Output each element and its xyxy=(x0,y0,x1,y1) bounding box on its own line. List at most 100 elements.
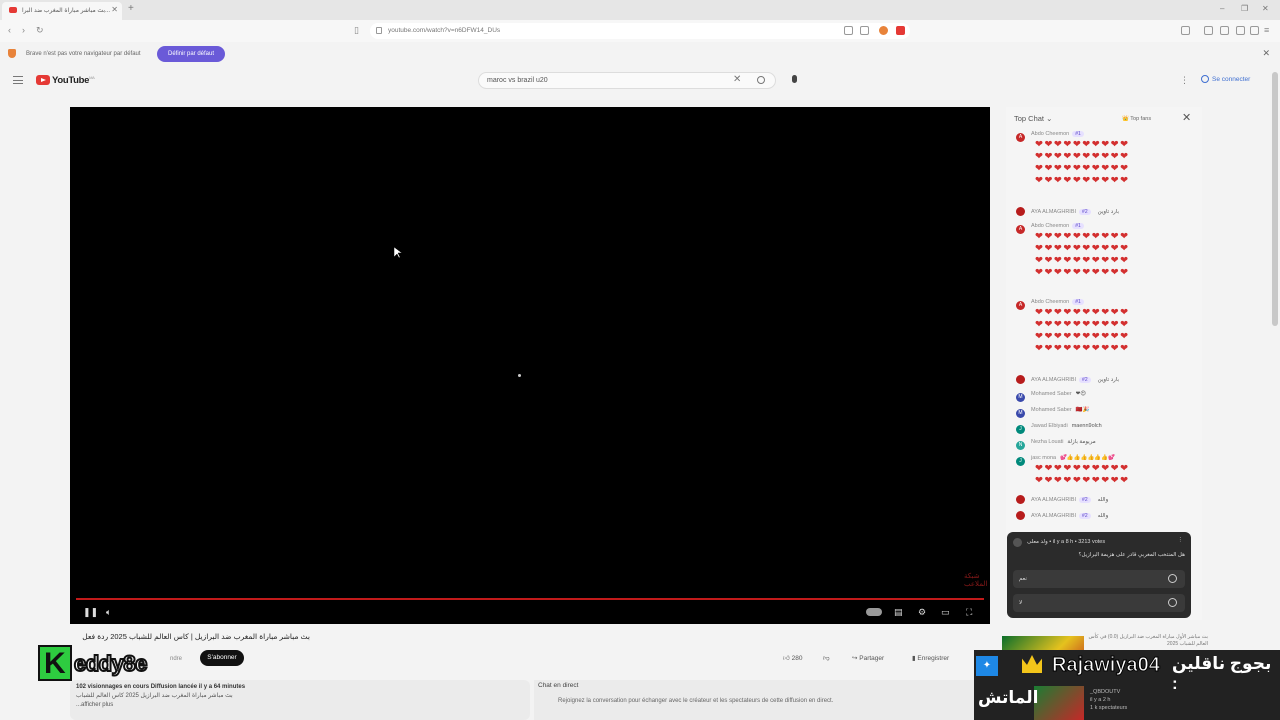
page-scrollbar[interactable] xyxy=(1272,72,1278,326)
chat-text: 🇲🇦🎉 xyxy=(1075,407,1090,413)
chat-avatar xyxy=(1016,375,1025,384)
browser-tab[interactable]: بث مباشر مباراة المغرب ضد البرا... ✕ xyxy=(2,2,122,20)
rec-channel[interactable]: _QBDOUTV xyxy=(1090,689,1120,695)
logo-text: YouTube xyxy=(52,75,90,87)
radio-icon xyxy=(1168,574,1177,583)
poll-menu-icon[interactable]: ⋮ xyxy=(1178,537,1184,543)
brave-logo-icon xyxy=(8,49,16,58)
settings-gear-icon[interactable]: ⚙ xyxy=(918,607,926,618)
subscribe-button[interactable]: S'abonner xyxy=(200,650,244,666)
chat-author[interactable]: AYA ALMAGHRIBI xyxy=(1031,377,1076,383)
chat-message: AYA ALMAGHRIBI #2 بارد تاوين xyxy=(1016,207,1119,216)
close-tab-icon[interactable]: ✕ xyxy=(111,5,118,14)
top-fans-button[interactable]: 👑 Top fans xyxy=(1122,116,1151,122)
chat-hint: Rejoignez la conversation pour échanger … xyxy=(558,698,834,704)
chat-message: AYA ALMAGHRIBI #2 بارد تاوين xyxy=(1016,375,1119,384)
share-button[interactable]: ↪ Partager xyxy=(852,654,884,662)
chat-author[interactable]: Abdo Cheemon xyxy=(1031,223,1069,229)
search-input[interactable]: maroc vs brazil u20 ✕ xyxy=(478,72,776,89)
like-button[interactable]: 👍︎ 280 xyxy=(783,654,802,662)
voice-search-icon[interactable] xyxy=(792,75,797,83)
minimize-icon[interactable]: – xyxy=(1220,4,1224,13)
chat-author[interactable]: Nezha Louati xyxy=(1031,439,1063,445)
maximize-icon[interactable]: ❐ xyxy=(1241,4,1248,13)
chat-mode-dropdown[interactable]: Top Chat ⌄ xyxy=(1014,114,1052,123)
chat-author[interactable]: Mohamed Saber xyxy=(1031,391,1072,397)
fullscreen-icon[interactable]: ⛶ xyxy=(966,607,972,618)
infobar-message: Brave n'est pas votre navigateur par déf… xyxy=(26,51,141,57)
hearts-row: ❤❤❤❤❤❤❤❤❤❤ xyxy=(1035,463,1130,474)
dislike-icon[interactable]: 👎︎ xyxy=(823,654,830,662)
chat-author[interactable]: Abdo Cheemon xyxy=(1031,131,1069,137)
guide-menu-icon[interactable] xyxy=(13,76,23,84)
theater-mode-icon[interactable]: ▭ xyxy=(941,607,950,618)
progress-bar[interactable] xyxy=(76,598,984,600)
share-icon[interactable] xyxy=(860,26,869,35)
url-field[interactable]: youtube.com/watch?v=n6DFW14_DUs xyxy=(370,23,910,39)
extensions-icon[interactable] xyxy=(1204,26,1213,35)
close-window-icon[interactable]: ✕ xyxy=(1262,4,1269,13)
menu-icon[interactable]: ≡ xyxy=(1264,25,1269,35)
wallet-icon[interactable] xyxy=(1220,26,1229,35)
autoplay-toggle[interactable] xyxy=(866,608,882,616)
vpn-icon[interactable] xyxy=(1250,26,1259,35)
radio-icon xyxy=(1168,598,1177,607)
chat-author[interactable]: Mohamed Saber xyxy=(1031,407,1072,413)
poll-option[interactable]: نعم xyxy=(1013,570,1185,588)
video-player[interactable]: شبكة الملاعب ❚❚ 🔈︎ ▤ ⚙ ▭ ⛶ xyxy=(70,107,990,624)
subtitles-icon[interactable]: ▤ xyxy=(894,607,903,618)
member-badge: #1 xyxy=(1072,131,1084,137)
chat-text: مريومة بازلة xyxy=(1067,439,1096,445)
hearts-row: ❤❤❤❤❤❤❤❤❤❤ xyxy=(1035,331,1130,342)
description-box[interactable]: 102 visionnages en cours Diffusion lancé… xyxy=(70,680,530,720)
chat-author[interactable]: jasc mona xyxy=(1031,455,1056,461)
url-text: youtube.com/watch?v=n6DFW14_DUs xyxy=(388,27,501,34)
member-badge: #2 xyxy=(1079,513,1091,519)
chat-label: Chat en direct xyxy=(538,682,579,689)
chat-text: maenn9olch xyxy=(1071,423,1102,429)
close-chat-icon[interactable]: ✕ xyxy=(1182,111,1191,124)
volume-icon[interactable]: 🔈︎ xyxy=(106,607,111,618)
chat-author[interactable]: Abdo Cheemon xyxy=(1031,299,1069,305)
chat-author[interactable]: AYA ALMAGHRIBI xyxy=(1031,513,1076,519)
chat-emoji-hearts: ❤❤❤❤❤❤❤❤❤❤ ❤❤❤❤❤❤❤❤❤❤ ❤❤❤❤❤❤❤❤❤❤ ❤❤❤❤❤❤❤❤❤❤ xyxy=(1035,231,1130,279)
clear-search-icon[interactable]: ✕ xyxy=(733,74,741,85)
new-tab-icon[interactable]: + xyxy=(128,3,134,14)
search-icon[interactable] xyxy=(757,76,765,84)
close-infobar-icon[interactable]: ✕ xyxy=(1262,48,1270,59)
recommendation-title[interactable]: بث مباشر الأول مباراة المغرب ضد البرازيل… xyxy=(1088,634,1208,648)
brave-rewards-icon[interactable] xyxy=(896,26,905,35)
recommendation-thumbnail[interactable] xyxy=(1034,686,1084,720)
sign-in-button[interactable]: Se connecter xyxy=(1201,75,1250,83)
chat-avatar: J xyxy=(1016,457,1025,466)
chat-author[interactable]: AYA ALMAGHRIBI xyxy=(1031,497,1076,503)
poll-option[interactable]: لا xyxy=(1013,594,1185,612)
poll-question: هل المنتخب المغربي قادر على هزيمة البراز… xyxy=(1078,552,1185,558)
save-button[interactable]: ▮ Enregistrer xyxy=(912,654,949,662)
hearts-row: ❤❤❤❤❤❤❤❤❤❤ xyxy=(1035,243,1130,254)
chat-author[interactable]: Jawad Elbiyadi xyxy=(1031,423,1068,429)
settings-menu-icon[interactable]: ⋮ xyxy=(1180,75,1189,86)
forward-icon[interactable]: › xyxy=(22,25,25,35)
kick-badge-icon: ✦ xyxy=(976,656,998,676)
reload-icon[interactable]: ↻ xyxy=(36,25,44,36)
sidebar-icon[interactable] xyxy=(1181,26,1190,35)
save-label: Enregistrer xyxy=(917,655,950,662)
chat-message: M Mohamed Saber ❤😍 xyxy=(1016,391,1086,402)
hearts-row: ❤❤❤❤❤❤❤❤❤❤ xyxy=(1035,343,1130,354)
bookmark-icon[interactable]: ▯ xyxy=(354,25,359,36)
pause-icon[interactable]: ❚❚ xyxy=(83,607,98,618)
overlay-username: Rajawiya04 xyxy=(1052,654,1161,677)
set-default-button[interactable]: Définir par défaut xyxy=(157,46,225,62)
back-icon[interactable]: ‹ xyxy=(8,25,11,35)
leo-icon[interactable] xyxy=(1236,26,1245,35)
hearts-row: ❤❤❤❤❤❤❤❤❤❤ xyxy=(1035,267,1130,278)
youtube-logo-text[interactable]: YouTubeMA xyxy=(52,75,95,86)
cast-icon[interactable] xyxy=(844,26,853,35)
chat-author[interactable]: AYA ALMAGHRIBI xyxy=(1031,209,1076,215)
video-title: بث مباشر مباراة المغرب ضد البرازيل | كاس… xyxy=(82,632,310,641)
youtube-logo-icon[interactable] xyxy=(36,75,50,85)
chat-avatar: M xyxy=(1016,409,1025,418)
show-more-link[interactable]: ...afficher plus xyxy=(76,702,113,708)
brave-shields-icon[interactable] xyxy=(879,26,888,35)
